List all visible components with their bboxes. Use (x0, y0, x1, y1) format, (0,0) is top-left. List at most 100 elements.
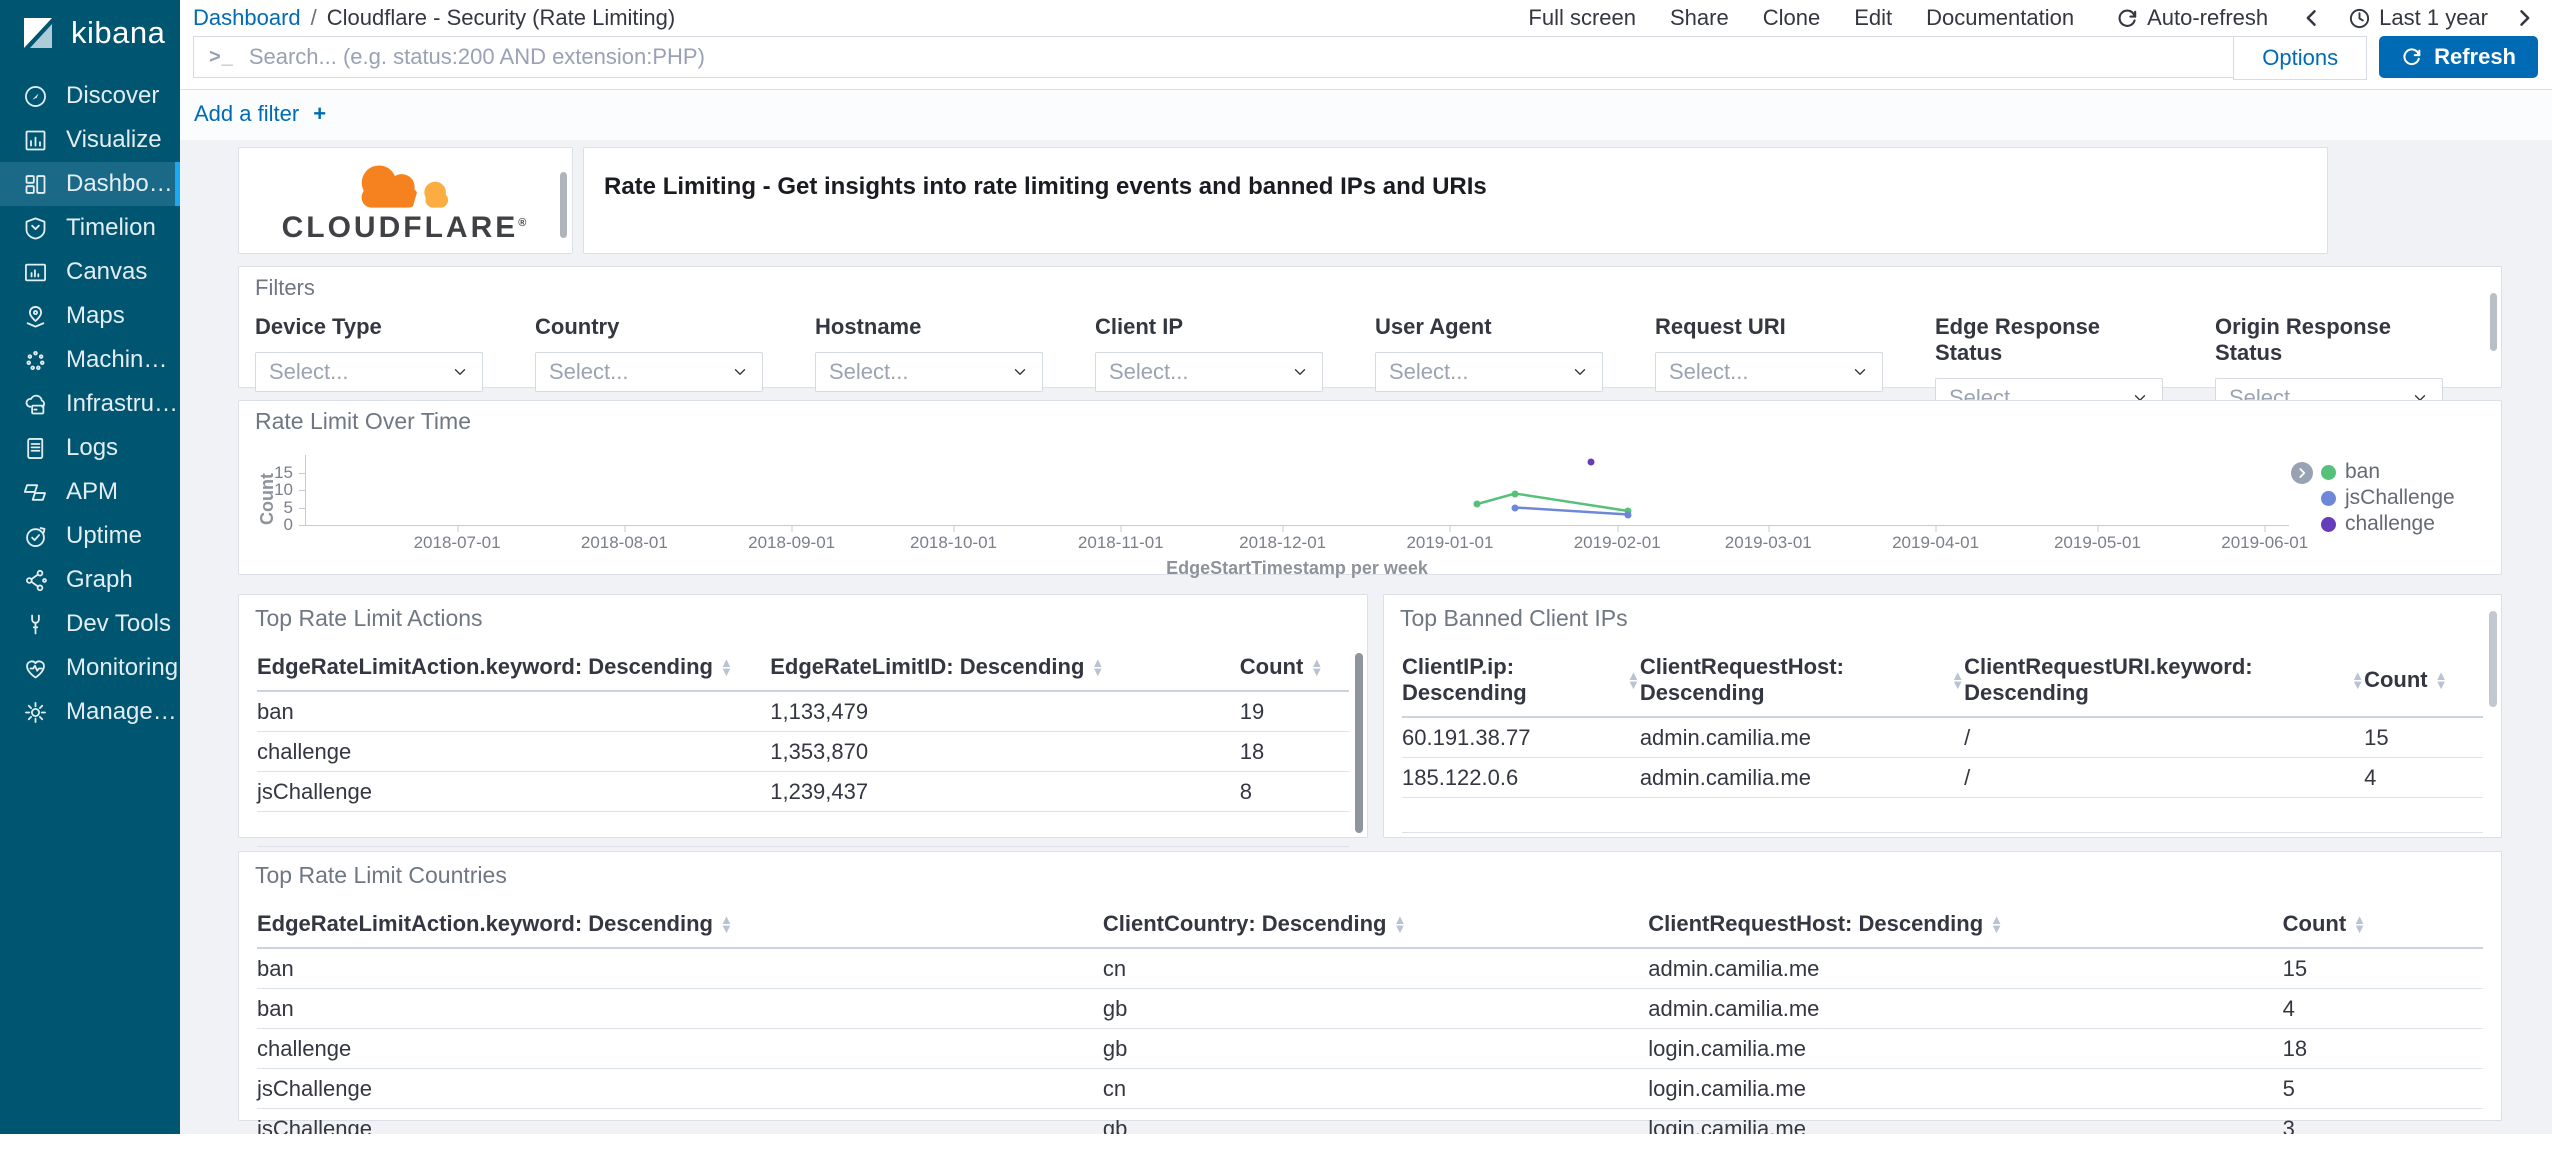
x-axis-tick-mark (624, 525, 626, 532)
scrollbar-thumb[interactable] (2490, 293, 2497, 351)
sidebar-item-canvas[interactable]: Canvas (0, 250, 180, 294)
table-cell: admin.camilia.me (1639, 765, 1811, 790)
table-cell: login.camilia.me (1648, 1116, 1806, 1134)
x-axis-tick-label: 2019-04-01 (1892, 533, 1980, 552)
refresh-icon (2401, 46, 2423, 68)
sidebar-item-label: APM (66, 478, 119, 505)
column-header-count[interactable]: Count ▲ ▼ (1240, 642, 1349, 690)
column-header-label: ClientIP.ip: Descending (1402, 654, 1527, 705)
column-header-count[interactable]: Count ▲ ▼ (2283, 899, 2483, 947)
column-header-clientip-ip-descending[interactable]: ClientIP.ip: Descending ▲ ▼ (1402, 642, 1640, 716)
x-axis-tick-mark (2264, 525, 2266, 532)
registered-mark: ® (518, 216, 530, 229)
filter-select-client-ip[interactable]: Select... (1095, 352, 1323, 392)
panel-top-banned-client-ips: Top Banned Client IPs ClientIP.ip: Desce… (1383, 594, 2502, 868)
scrollbar-thumb[interactable] (560, 172, 567, 238)
kibana-logo[interactable]: kibana (0, 0, 180, 66)
column-header-count[interactable]: Count ▲ ▼ (2364, 642, 2483, 716)
sidebar-item-management[interactable]: Management (0, 690, 180, 734)
table-cell: 1,133,479 (770, 699, 869, 724)
y-axis-tick-mark (299, 507, 306, 509)
select-placeholder: Select... (1669, 359, 1749, 384)
refresh-button[interactable]: Refresh (2379, 36, 2538, 78)
sidebar-item-graph[interactable]: Graph (0, 558, 180, 602)
column-header-edgeratelimitid-descending[interactable]: EdgeRateLimitID: Descending ▲ ▼ (770, 642, 1240, 690)
table-cell: 18 (1239, 739, 1265, 764)
sidebar-item-machine-le[interactable]: Machine Le... (0, 338, 180, 382)
x-axis-tick-mark (1617, 525, 1619, 532)
compass-icon (22, 83, 49, 110)
top-menu-items: Full screen Share Clone Edit Documentation (1494, 5, 2074, 31)
column-header-clientrequesthost-descending[interactable]: ClientRequestHost: Descending ▲ ▼ (1648, 899, 2282, 947)
scrollbar-thumb[interactable] (2489, 611, 2497, 707)
x-axis-title: EdgeStartTimestamp per week (1166, 558, 1428, 578)
sidebar-item-apm[interactable]: APM (0, 470, 180, 514)
sidebar-item-logs[interactable]: Logs (0, 426, 180, 470)
refresh-button-label: Refresh (2434, 44, 2516, 69)
filter-label: Device Type (255, 314, 382, 339)
table-row: challenge gb login.camilia.me 18 (257, 1029, 2483, 1069)
sidebar-item-discover[interactable]: Discover (0, 74, 180, 118)
legend-item-ban[interactable]: ban (2321, 459, 2489, 485)
breadcrumb-dashboard-link[interactable]: Dashboard (193, 5, 301, 31)
sidebar-item-uptime[interactable]: Uptime (0, 514, 180, 558)
search-input[interactable] (246, 43, 2219, 71)
table-cell: 4 (2364, 765, 2377, 790)
filter-select-hostname[interactable]: Select... (815, 352, 1043, 392)
filter-select-user-agent[interactable]: Select... (1375, 352, 1603, 392)
x-axis-tick-label: 2018-10-01 (910, 533, 997, 552)
table-row: challenge 1,353,870 18 (257, 732, 1349, 772)
table-cell: cn (1102, 956, 1127, 981)
sidebar-nav: Discover Visualize Dashboard Timelion Canvas… (0, 74, 180, 734)
breadcrumb: Dashboard / Cloudflare - Security (Rate … (193, 5, 675, 31)
column-header-edgeratelimitaction-keyword-descending[interactable]: EdgeRateLimitAction.keyword: Descending ▲… (257, 642, 770, 690)
legend-item-jschallenge[interactable]: jsChallenge (2321, 485, 2489, 511)
sidebar-item-monitoring[interactable]: Monitoring (0, 646, 180, 690)
options-button[interactable]: Options (2233, 36, 2368, 80)
time-prev-button[interactable] (2302, 6, 2322, 30)
sidebar-item-maps[interactable]: Maps (0, 294, 180, 338)
legend-item-challenge[interactable]: challenge (2321, 511, 2489, 537)
sidebar-item-timelion[interactable]: Timelion (0, 206, 180, 250)
sidebar-item-dev-tools[interactable]: Dev Tools (0, 602, 180, 646)
column-header-edgeratelimitaction-keyword-descending[interactable]: EdgeRateLimitAction.keyword: Descending ▲… (257, 899, 1103, 947)
chart-point-ban (1511, 490, 1519, 497)
add-filter-link[interactable]: Add a filter (194, 101, 299, 126)
x-axis-tick-label: 2018-12-01 (1239, 533, 1327, 552)
scrollbar-thumb[interactable] (1355, 653, 1363, 833)
sidebar-item-infrastructure[interactable]: Infrastructure (0, 382, 180, 426)
sidebar-item-label: Timelion (66, 214, 156, 241)
chevron-down-icon (731, 363, 749, 381)
filter-select-device-type[interactable]: Select... (255, 352, 483, 392)
table-cell: admin.camilia.me (1648, 996, 1820, 1021)
filter-label: Request URI (1655, 314, 1786, 339)
sidebar-item-dashboard[interactable]: Dashboard (0, 162, 180, 206)
chevron-right-icon (2514, 6, 2534, 30)
top-menu: Full screen Share Clone Edit Documentation A… (1494, 5, 2536, 31)
add-filter-plus-icon[interactable]: + (313, 101, 326, 126)
sidebar-item-label: Uptime (66, 522, 143, 549)
chart-line-ban (1477, 494, 1628, 512)
sort-icon: ▲ ▼ (719, 655, 733, 679)
time-next-button[interactable] (2514, 6, 2534, 30)
column-header-clientcountry-descending[interactable]: ClientCountry: Descending ▲ ▼ (1103, 899, 1648, 947)
time-range-picker[interactable]: Last 1 year (2348, 5, 2488, 31)
menu-item-clone[interactable]: Clone (1763, 5, 1820, 31)
menu-item-share[interactable]: Share (1670, 5, 1729, 31)
x-axis-tick-mark (1449, 525, 1451, 532)
legend-toggle-icon[interactable] (2291, 462, 2313, 484)
column-header-clientrequesturi-keyword-descending[interactable]: ClientRequestURI.keyword: Descending ▲ ▼ (1964, 642, 2364, 716)
cloudflare-brand: CLOUDFLARE® (281, 210, 530, 244)
sidebar-item-visualize[interactable]: Visualize (0, 118, 180, 162)
table-row: jsChallenge 1,239,437 8 (257, 772, 1349, 812)
filter-select-country[interactable]: Select... (535, 352, 763, 392)
menu-item-documentation[interactable]: Documentation (1926, 5, 2074, 31)
y-axis-tick-label: 5 (283, 497, 293, 517)
menu-item-full-screen[interactable]: Full screen (1528, 5, 1636, 31)
auto-refresh-button[interactable]: Auto-refresh (2116, 5, 2268, 31)
panel-top-rate-limit-actions: Top Rate Limit Actions EdgeRateLimitActi… (238, 594, 1368, 847)
legend-color-dot (2321, 516, 2336, 532)
column-header-clientrequesthost-descending[interactable]: ClientRequestHost: Descending ▲ ▼ (1640, 642, 1964, 716)
menu-item-edit[interactable]: Edit (1854, 5, 1892, 31)
filter-select-request-uri[interactable]: Select... (1655, 352, 1883, 392)
